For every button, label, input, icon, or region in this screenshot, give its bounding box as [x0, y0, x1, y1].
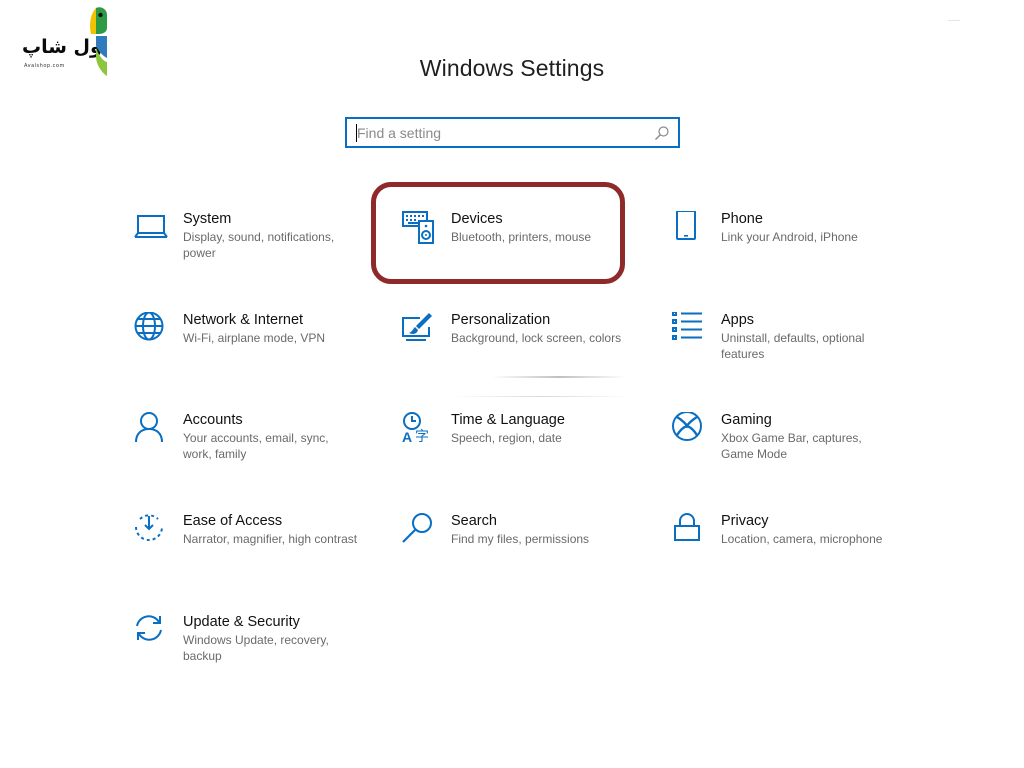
tile-description: Speech, region, date [451, 431, 562, 445]
corner-divider [948, 20, 960, 21]
tile-name: Phone [721, 211, 763, 227]
sync-arrows-icon [136, 615, 162, 641]
tile-description: Wi-Fi, airplane mode, VPN [183, 331, 326, 345]
tile-description: Your accounts, email, sync, work, family [183, 431, 329, 461]
tile-description: Find my files, permissions [451, 532, 590, 546]
tile-ease-of-access[interactable]: Ease of Access Narrator, magnifier, high… [134, 513, 364, 573]
tile-description: Bluetooth, printers, mouse [451, 230, 592, 244]
tile-network-internet[interactable]: Network & Internet Wi-Fi, airplane mode,… [134, 312, 364, 372]
tile-name: Accounts [183, 412, 243, 428]
tile-name: Apps [721, 312, 755, 328]
laptop-icon [134, 215, 168, 238]
settings-window: اول شاپ Avalshop.com Windows Settings Sy… [0, 0, 1024, 768]
tile-accounts[interactable]: Accounts Your accounts, email, sync, wor… [134, 412, 364, 472]
shadow-divider [492, 376, 626, 378]
tile-name: System [183, 211, 232, 227]
tile-name: Update & Security [183, 614, 300, 630]
apps-list-icon [672, 312, 702, 340]
time-language-icon: A 字 [402, 412, 429, 445]
search-input[interactable] [357, 123, 647, 143]
tile-name: Search [451, 513, 497, 529]
tile-apps[interactable]: Apps Uninstall, defaults, optional featu… [672, 312, 902, 372]
phone-icon [676, 211, 696, 240]
tile-name: Personalization [451, 312, 551, 328]
tile-description: Xbox Game Bar, captures, Game Mode [721, 431, 862, 461]
tile-name: Ease of Access [183, 513, 283, 529]
ease-of-access-icon [135, 514, 163, 541]
svg-text:A: A [402, 429, 412, 445]
tile-devices[interactable]: Devices Bluetooth, printers, mouse [402, 211, 632, 271]
tile-description: Location, camera, microphone [721, 532, 883, 546]
shadow-divider [452, 396, 632, 397]
tile-system[interactable]: System Display, sound, notifications, po… [134, 211, 364, 271]
globe-icon [134, 312, 164, 341]
tile-name: Time & Language [451, 412, 565, 428]
tile-name: Network & Internet [183, 312, 304, 328]
tile-description: Uninstall, defaults, optional features [721, 331, 865, 361]
search-icon[interactable] [654, 125, 670, 141]
tile-phone[interactable]: Phone Link your Android, iPhone [672, 211, 902, 271]
tile-update-security[interactable]: Update & Security Windows Update, recove… [134, 614, 364, 674]
devices-icon [402, 211, 434, 244]
tile-name: Gaming [721, 412, 772, 428]
search-box[interactable] [345, 117, 680, 148]
tile-gaming[interactable]: Gaming Xbox Game Bar, captures, Game Mod… [672, 412, 902, 472]
page-title: Windows Settings [419, 55, 605, 81]
lock-icon [674, 513, 700, 541]
tile-privacy[interactable]: Privacy Location, camera, microphone [672, 513, 902, 573]
text-caret [356, 124, 357, 142]
tile-description: Background, lock screen, colors [451, 331, 622, 345]
paint-brush-icon [402, 313, 432, 341]
xbox-icon [672, 412, 702, 441]
tile-description: Display, sound, notifications, power [183, 230, 335, 260]
tile-name: Privacy [721, 513, 769, 529]
search-icon [402, 513, 432, 543]
tile-description: Link your Android, iPhone [721, 230, 858, 244]
tile-time-language[interactable]: A 字 Time & Language Speech, region, date [402, 412, 632, 472]
person-icon [135, 412, 163, 443]
tile-personalization[interactable]: Personalization Background, lock screen,… [402, 312, 632, 372]
tile-name: Devices [451, 211, 503, 227]
tile-description: Windows Update, recovery, backup [183, 633, 329, 663]
svg-text:字: 字 [415, 429, 429, 445]
tile-search[interactable]: Search Find my files, permissions [402, 513, 632, 573]
tile-description: Narrator, magnifier, high contrast [183, 532, 358, 546]
